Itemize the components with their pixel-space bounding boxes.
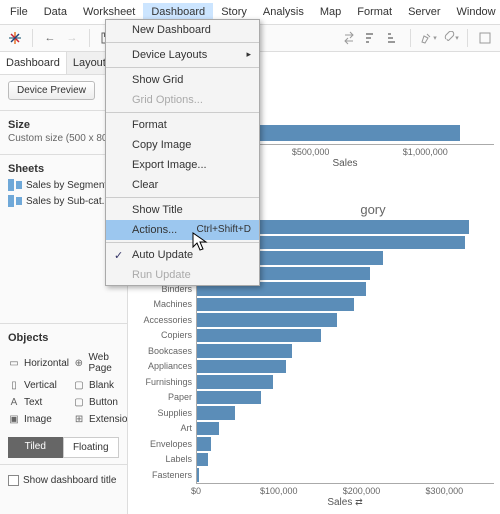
back-icon[interactable]: ← <box>41 29 59 47</box>
category-label: Fasteners <box>132 470 196 480</box>
menu-file[interactable]: File <box>2 3 36 21</box>
category-label: Copiers <box>132 330 196 340</box>
fit-icon[interactable] <box>476 29 494 47</box>
category-label: Bookcases <box>132 346 196 356</box>
menu-item-copy-image[interactable]: Copy Image <box>106 135 259 155</box>
menu-item-export-image-[interactable]: Export Image... <box>106 155 259 175</box>
object-blank[interactable]: ▢Blank <box>73 380 128 391</box>
swap-icon[interactable] <box>340 29 358 47</box>
device-preview-button[interactable]: Device Preview <box>8 81 95 100</box>
object-icon: ▢ <box>73 397 85 408</box>
axis-tick: $200,000 <box>343 486 381 496</box>
object-icon: ▭ <box>8 358 20 369</box>
category-label: Envelopes <box>132 439 196 449</box>
bar-row: Machines <box>132 297 494 313</box>
object-icon: A <box>8 397 20 408</box>
bar[interactable] <box>197 298 354 312</box>
object-horizontal[interactable]: ▭Horizontal <box>8 352 69 374</box>
floating-button[interactable]: Floating <box>63 437 120 458</box>
show-title-label: Show dashboard title <box>23 475 116 486</box>
sort-desc-icon[interactable] <box>384 29 402 47</box>
category-label: Furnishings <box>132 377 196 387</box>
bar-row: Labels <box>132 452 494 468</box>
bar[interactable] <box>197 375 273 389</box>
menu-window[interactable]: Window <box>449 3 500 21</box>
tableau-logo-icon <box>6 29 24 47</box>
menu-format[interactable]: Format <box>349 3 400 21</box>
object-extension[interactable]: ⊞Extension <box>73 414 128 425</box>
size-heading: Size <box>8 119 119 131</box>
axis-label-2: Sales ⇄ <box>196 497 494 508</box>
menu-server[interactable]: Server <box>400 3 448 21</box>
dashboard-menu-dropdown: New Dashboard Device Layouts Show GridGrid… <box>105 19 260 286</box>
sheets-heading: Sheets <box>8 163 119 175</box>
bar-row: Copiers <box>132 328 494 344</box>
menu-item-device-layouts[interactable]: Device Layouts <box>106 45 259 65</box>
object-vertical[interactable]: ▯Vertical <box>8 380 69 391</box>
menu-item-show-grid[interactable]: Show Grid <box>106 70 259 90</box>
object-web-page[interactable]: ⊕Web Page <box>73 352 128 374</box>
menu-analysis[interactable]: Analysis <box>255 3 312 21</box>
menu-item-new-dashboard[interactable]: New Dashboard <box>106 20 259 40</box>
category-label: Art <box>132 423 196 433</box>
menu-item-clear[interactable]: Clear <box>106 175 259 195</box>
axis-tick: $100,000 <box>260 486 298 496</box>
tiled-button[interactable]: Tiled <box>8 437 63 458</box>
axis-tick: $300,000 <box>426 486 464 496</box>
menu-item-run-update: Run Update <box>106 265 259 285</box>
bar[interactable] <box>197 468 199 482</box>
bar[interactable] <box>197 391 261 405</box>
worksheet-icon <box>8 179 22 191</box>
bar-row: Furnishings <box>132 374 494 390</box>
object-text[interactable]: AText <box>8 397 69 408</box>
show-title-checkbox[interactable] <box>8 475 19 486</box>
bar[interactable] <box>197 453 208 467</box>
bar-row: Appliances <box>132 359 494 375</box>
category-label: Machines <box>132 299 196 309</box>
object-icon: ⊞ <box>73 414 85 425</box>
bar-row: Envelopes <box>132 436 494 452</box>
axis-tick: $1,000,000 <box>403 147 448 157</box>
axis-tick: $0 <box>191 486 201 496</box>
bar-row: Art <box>132 421 494 437</box>
object-image[interactable]: ▣Image <box>8 414 69 425</box>
menu-item-actions-[interactable]: Actions...Ctrl+Shift+D <box>106 220 259 240</box>
menu-item-auto-update[interactable]: Auto Update <box>106 245 259 265</box>
category-label: Paper <box>132 392 196 402</box>
worksheet-icon <box>8 195 22 207</box>
menu-item-grid-options-: Grid Options... <box>106 90 259 110</box>
forward-icon[interactable]: → <box>63 29 81 47</box>
menu-item-format[interactable]: Format <box>106 115 259 135</box>
menu-data[interactable]: Data <box>36 3 75 21</box>
menu-item-show-title[interactable]: Show Title <box>106 200 259 220</box>
object-icon: ▯ <box>8 380 20 391</box>
bar[interactable] <box>197 437 211 451</box>
axis-tick: $500,000 <box>292 147 330 157</box>
bar-row: Accessories <box>132 312 494 328</box>
bar[interactable] <box>197 329 321 343</box>
bar[interactable] <box>197 422 219 436</box>
bar[interactable] <box>197 344 292 358</box>
bar-row: Fasteners <box>132 467 494 483</box>
bar-row: Supplies <box>132 405 494 421</box>
object-button[interactable]: ▢Button <box>73 397 128 408</box>
menu-map[interactable]: Map <box>312 3 349 21</box>
bar-row: Bookcases <box>132 343 494 359</box>
category-label: Accessories <box>132 315 196 325</box>
object-icon: ⊕ <box>73 358 84 369</box>
category-label: Supplies <box>132 408 196 418</box>
sort-asc-icon[interactable] <box>362 29 380 47</box>
attach-icon[interactable]: ▾ <box>441 29 459 47</box>
objects-heading: Objects <box>8 332 119 344</box>
bar[interactable] <box>197 360 286 374</box>
object-icon: ▢ <box>73 380 85 391</box>
bar[interactable] <box>197 406 235 420</box>
bar[interactable] <box>197 313 337 327</box>
category-label: Appliances <box>132 361 196 371</box>
object-icon: ▣ <box>8 414 20 425</box>
category-label: Labels <box>132 454 196 464</box>
tab-dashboard[interactable]: Dashboard <box>0 52 67 74</box>
highlight-icon[interactable]: ▾ <box>419 29 437 47</box>
bar-row: Paper <box>132 390 494 406</box>
